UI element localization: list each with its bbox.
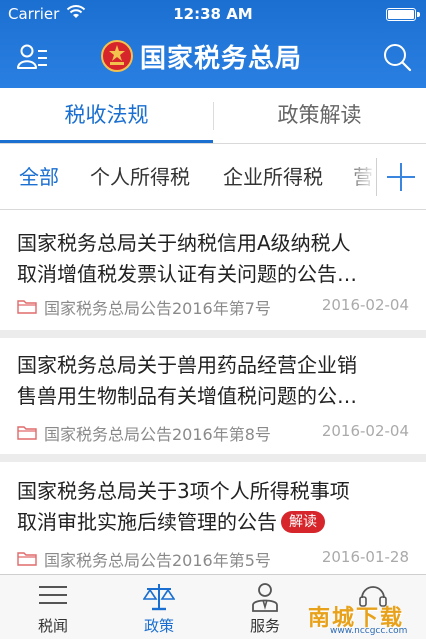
article-date: 2016-02-04	[321, 422, 409, 440]
tab-policy-interpretation[interactable]: 政策解读	[213, 88, 426, 143]
article-title-line: 售兽用生物制品有关增值税问题的公…	[17, 384, 357, 408]
category-fade	[340, 144, 376, 209]
nav-policy[interactable]: 政策	[106, 575, 212, 639]
article-title-text: 取消审批实施后续管理的公告	[17, 510, 277, 534]
interpretation-badge[interactable]: 解读	[281, 511, 325, 533]
category-bar: 全部 个人所得税 企业所得税 营	[0, 144, 426, 210]
news-list-icon	[39, 586, 67, 604]
service-person-icon	[252, 583, 278, 612]
national-emblem-icon	[101, 40, 133, 72]
category-corporate-income-tax[interactable]: 企业所得税	[223, 144, 323, 209]
category-all[interactable]: 全部	[19, 144, 59, 209]
article-source: 国家税务总局公告2016年第8号	[44, 425, 271, 444]
active-tab-indicator	[0, 140, 213, 143]
folder-icon	[17, 426, 37, 440]
article-card[interactable]: 国家税务总局关于纳税信用A级纳税人 取消增值税发票认证有关问题的公告… 国家税务…	[0, 210, 426, 330]
app-title: 国家税务总局	[140, 43, 303, 74]
article-source: 国家税务总局公告2016年第5号	[44, 551, 271, 570]
article-title-line: 国家税务总局关于3项个人所得税事项	[17, 479, 350, 503]
article-title: 国家税务总局关于兽用药品经营企业销 售兽用生物制品有关增值税问题的公…	[17, 350, 413, 412]
add-category-icon[interactable]	[377, 144, 426, 210]
watermark-url: www.nccgcc.com	[330, 626, 408, 636]
article-title-line: 取消增值税发票认证有关问题的公告…	[17, 262, 357, 286]
article-date: 2016-02-04	[321, 296, 409, 314]
clock: 12:38 AM	[173, 5, 253, 23]
article-title-line: 国家税务总局关于兽用药品经营企业销	[17, 353, 357, 377]
scales-icon	[143, 584, 175, 611]
nav-news[interactable]: 税闻	[0, 575, 106, 639]
tab-tax-regulations[interactable]: 税收法规	[0, 88, 213, 143]
tab-divider	[213, 102, 214, 130]
app-header: Carrier 12:38 AM 国家税务总局	[0, 0, 426, 88]
status-bar: Carrier 12:38 AM	[0, 0, 426, 28]
article-title: 国家税务总局关于3项个人所得税事项 取消审批实施后续管理的公告 解读	[17, 476, 413, 538]
brand: 国家税务总局	[100, 38, 302, 74]
article-title-line: 国家税务总局关于纳税信用A级纳税人	[17, 231, 351, 255]
folder-icon	[17, 552, 37, 566]
site-watermark: 南城下载 www.nccgcc.com	[300, 600, 420, 636]
battery-icon	[386, 8, 420, 21]
article-source: 国家税务总局公告2016年第7号	[44, 299, 271, 318]
nav-news-label: 税闻	[37, 617, 68, 635]
folder-icon	[17, 300, 37, 314]
article-title: 国家税务总局关于纳税信用A级纳税人 取消增值税发票认证有关问题的公告…	[17, 228, 413, 290]
article-date: 2016-01-28	[321, 548, 409, 566]
search-icon[interactable]	[382, 42, 412, 72]
user-menu-icon[interactable]	[16, 40, 50, 74]
section-tabs: 税收法规 政策解读	[0, 88, 426, 144]
article-card[interactable]: 国家税务总局关于3项个人所得税事项 取消审批实施后续管理的公告 解读 国家税务总局…	[0, 462, 426, 574]
category-individual-income-tax[interactable]: 个人所得税	[90, 144, 190, 209]
nav-policy-label: 政策	[143, 617, 174, 635]
article-title-line: 取消审批实施后续管理的公告 解读	[17, 507, 413, 538]
article-card[interactable]: 国家税务总局关于兽用药品经营企业销 售兽用生物制品有关增值税问题的公… 国家税务…	[0, 338, 426, 454]
